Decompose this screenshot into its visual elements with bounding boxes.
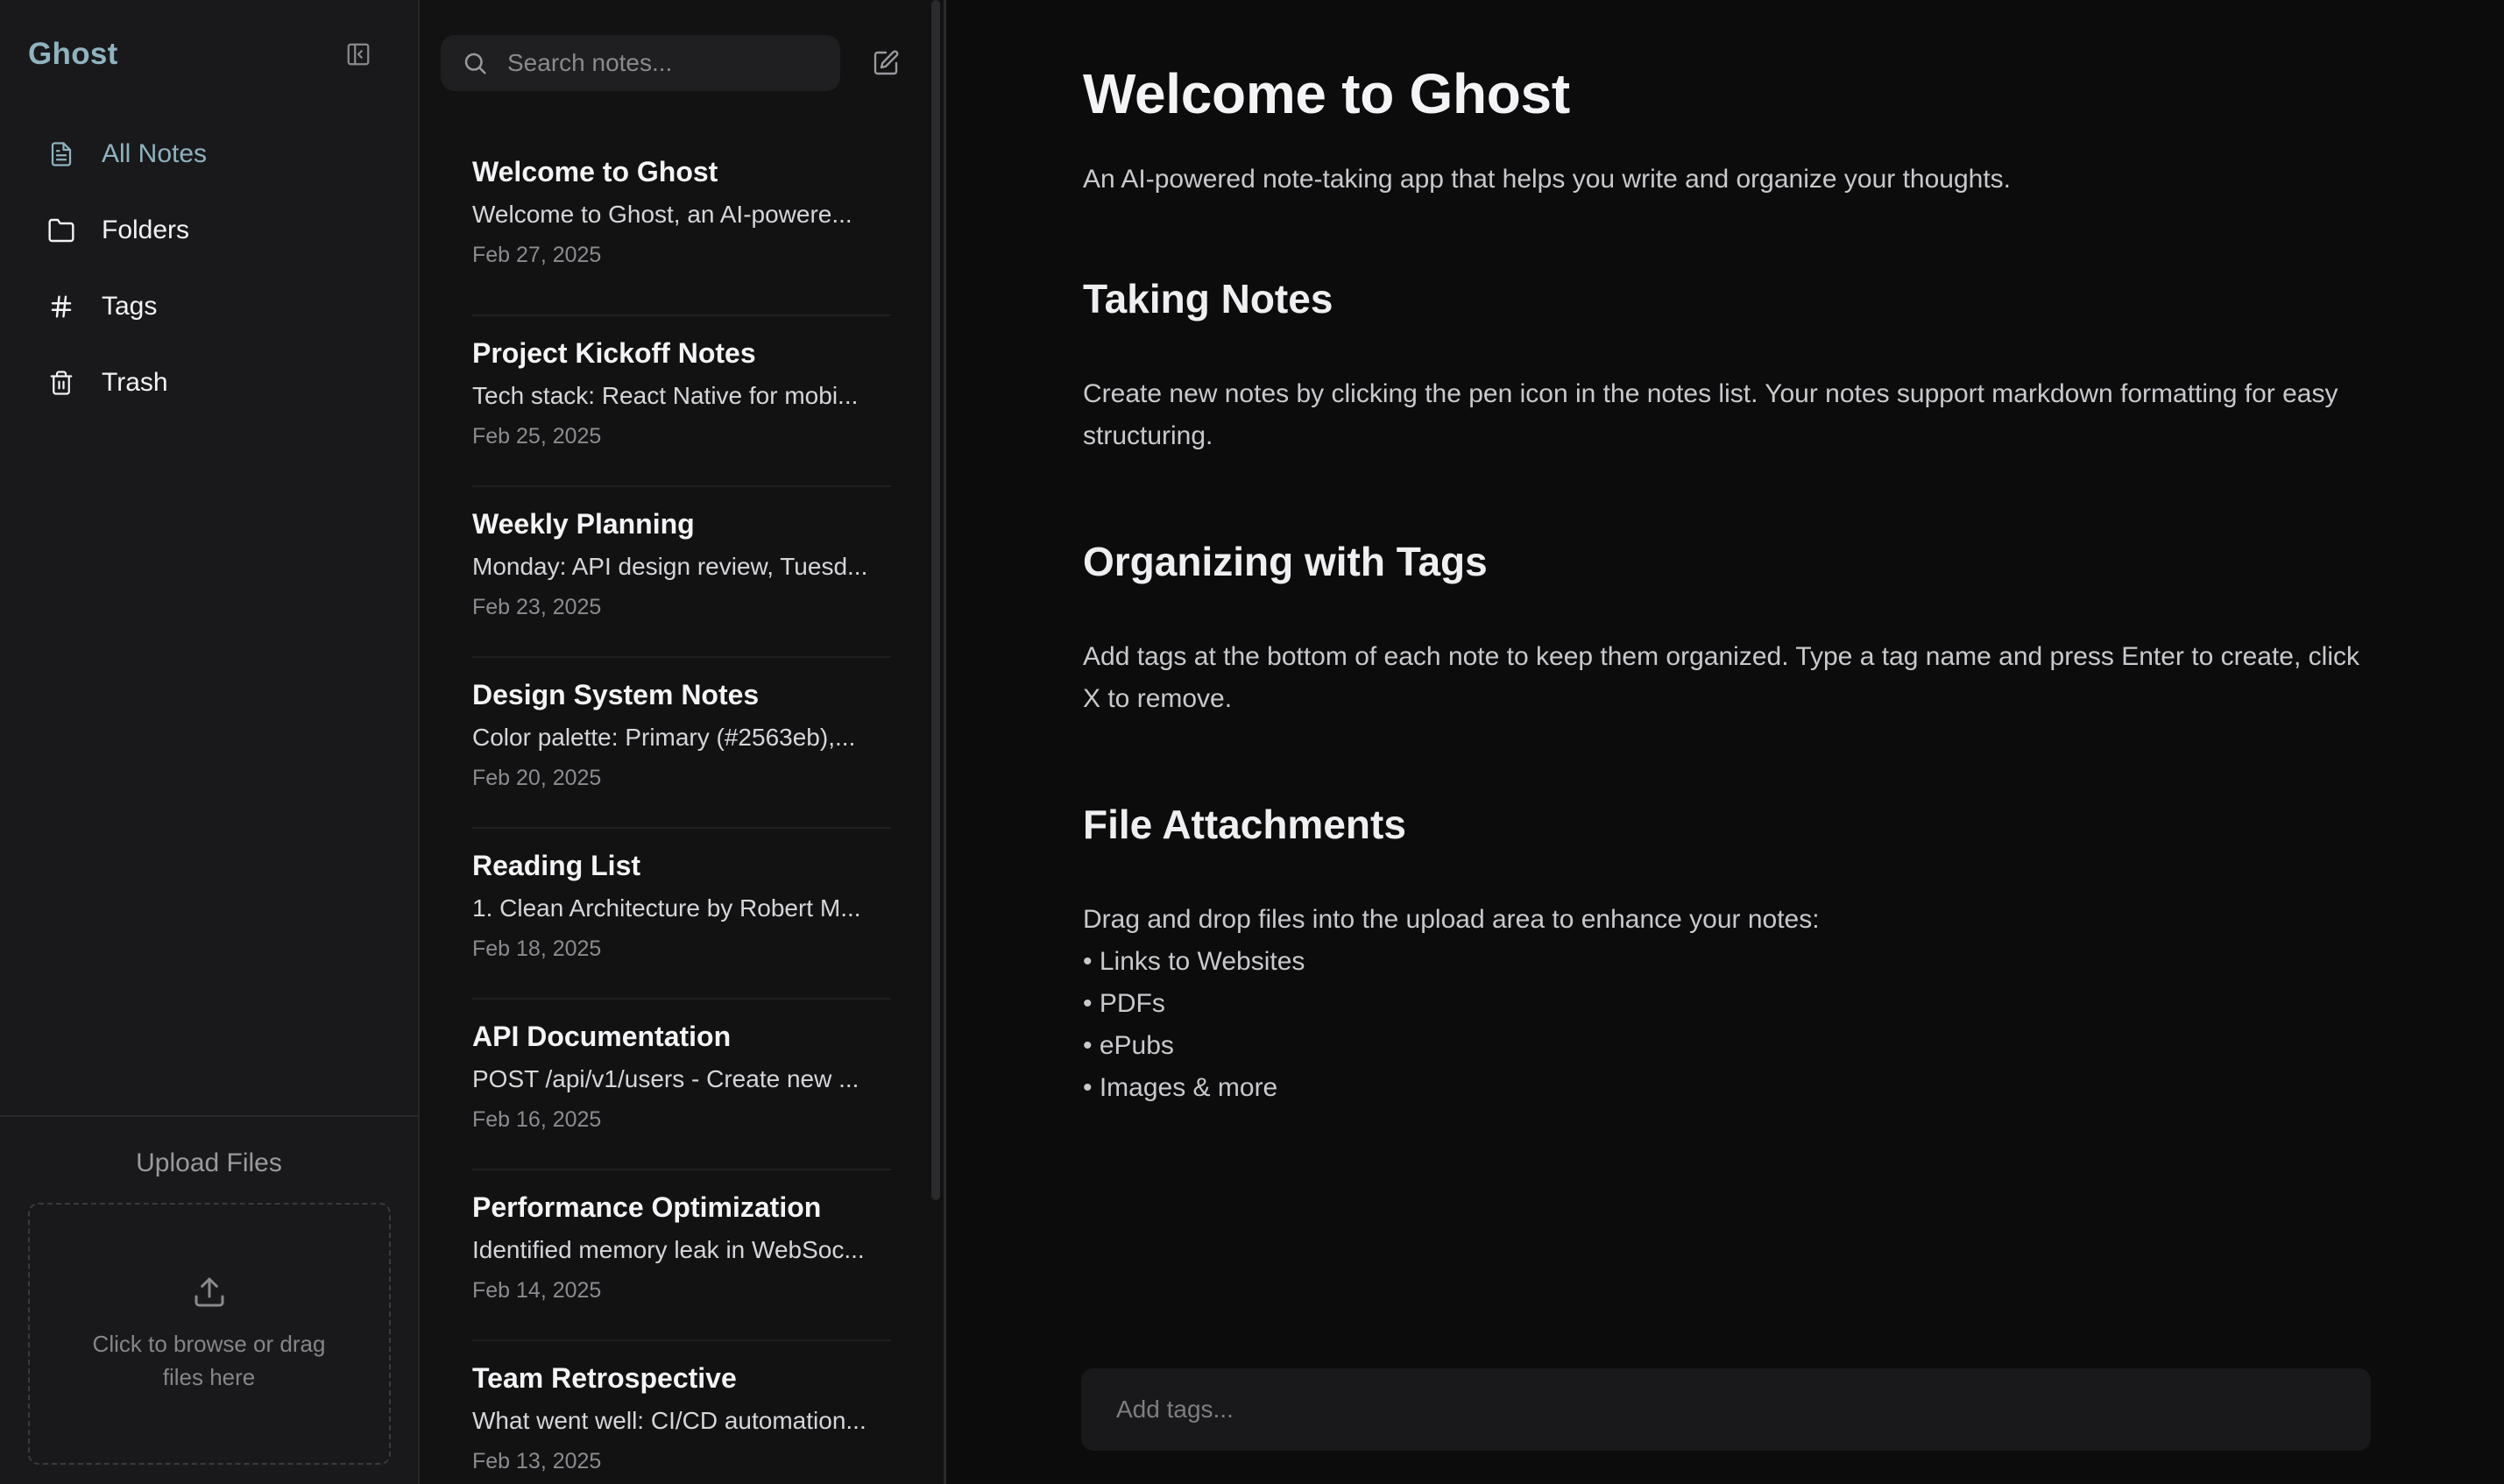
sidebar-item-folders[interactable]: Folders xyxy=(21,192,397,268)
note-date: Feb 25, 2025 xyxy=(472,424,602,449)
section-body[interactable]: Drag and drop files into the upload area… xyxy=(1083,899,2362,941)
note-list-item[interactable]: Team Retrospective What went well: CI/CD… xyxy=(472,1341,891,1484)
section-body[interactable]: Create new notes by clicking the pen ico… xyxy=(1083,373,2362,457)
dropzone-hint: Click to browse or drag files here xyxy=(92,1330,326,1390)
note-title: Project Kickoff Notes xyxy=(472,337,756,369)
section-body[interactable]: Add tags at the bottom of each note to k… xyxy=(1083,636,2362,720)
note-date: Feb 27, 2025 xyxy=(472,243,602,267)
note-list-item[interactable]: Project Kickoff Notes Tech stack: React … xyxy=(472,316,891,487)
section-heading[interactable]: Taking Notes xyxy=(1083,275,2504,322)
note-list-item[interactable]: Weekly Planning Monday: API design revie… xyxy=(472,487,891,658)
note-title: Performance Optimization xyxy=(472,1191,822,1223)
file-icon xyxy=(46,138,77,170)
notes-toolbar xyxy=(420,0,944,126)
note-preview: Monday: API design review, Tuesd... xyxy=(472,553,868,580)
sidebar-item-trash[interactable]: Trash xyxy=(21,344,397,420)
sidebar-header: Ghost xyxy=(0,0,418,109)
note-title: Weekly Planning xyxy=(472,508,695,540)
note-date: Feb 23, 2025 xyxy=(472,595,602,619)
app-window: Ghost All Notes Folders Tags Trash Uploa… xyxy=(0,0,2504,1484)
list-item[interactable]: • PDFs xyxy=(1083,983,2504,1025)
note-list: Welcome to Ghost Welcome to Ghost, an AI… xyxy=(420,126,944,1484)
note-preview: Identified memory leak in WebSoc... xyxy=(472,1236,865,1263)
list-item[interactable]: • Images & more xyxy=(1083,1067,2504,1109)
hash-icon xyxy=(46,291,77,322)
app-logo[interactable]: Ghost xyxy=(28,37,118,72)
note-title: API Documentation xyxy=(472,1021,732,1052)
upload-section: Upload Files Click to browse or drag fil… xyxy=(0,1115,418,1484)
note-preview: Welcome to Ghost, an AI-powere... xyxy=(472,201,852,228)
trash-icon xyxy=(46,367,77,399)
sidebar-item-label: Tags xyxy=(102,291,158,321)
note-title: Reading List xyxy=(472,850,641,881)
note-date: Feb 20, 2025 xyxy=(472,766,602,790)
pen-icon xyxy=(872,49,900,77)
note-preview: Color palette: Primary (#2563eb),... xyxy=(472,724,856,751)
note-section: File Attachments Drag and drop files int… xyxy=(1083,801,2504,1109)
note-list-item[interactable]: API Documentation POST /api/v1/users - C… xyxy=(472,1000,891,1170)
note-title: Welcome to Ghost xyxy=(472,156,718,187)
tag-input-bar[interactable] xyxy=(1081,1368,2371,1451)
note-list-item[interactable]: Welcome to Ghost Welcome to Ghost, an AI… xyxy=(472,145,891,316)
list-item[interactable]: • ePubs xyxy=(1083,1025,2504,1067)
sidebar-item-label: Folders xyxy=(102,215,190,244)
note-list-item[interactable]: Performance Optimization Identified memo… xyxy=(472,1170,891,1341)
sidebar-item-label: Trash xyxy=(102,367,168,397)
collapse-sidebar-button[interactable] xyxy=(341,37,376,72)
sidebar-toggle-icon xyxy=(345,41,371,67)
note-section: Taking Notes Create new notes by clickin… xyxy=(1083,275,2504,457)
note-date: Feb 18, 2025 xyxy=(472,936,602,961)
attachment-list: • Links to Websites • PDFs • ePubs • Ima… xyxy=(1083,941,2504,1109)
new-note-button[interactable] xyxy=(866,35,905,91)
note-intro[interactable]: An AI-powered note-taking app that helps… xyxy=(1083,165,2504,194)
note-section: Organizing with Tags Add tags at the bot… xyxy=(1083,538,2504,720)
sidebar-item-all-notes[interactable]: All Notes xyxy=(21,116,397,192)
search-icon xyxy=(462,50,488,76)
note-list-item[interactable]: Design System Notes Color palette: Prima… xyxy=(472,658,891,829)
note-preview: 1. Clean Architecture by Robert M... xyxy=(472,894,861,922)
folder-icon xyxy=(46,215,77,246)
note-preview: Tech stack: React Native for mobi... xyxy=(472,382,859,409)
note-preview: What went well: CI/CD automation... xyxy=(472,1407,866,1434)
note-date: Feb 16, 2025 xyxy=(472,1107,602,1132)
file-dropzone[interactable]: Click to browse or drag files here xyxy=(27,1203,391,1465)
search-input[interactable] xyxy=(507,49,823,77)
notes-list-pane: Welcome to Ghost Welcome to Ghost, an AI… xyxy=(420,0,946,1484)
note-title: Design System Notes xyxy=(472,679,760,710)
tag-input[interactable] xyxy=(1116,1396,2325,1424)
sidebar-item-tags[interactable]: Tags xyxy=(21,268,397,344)
note-preview: POST /api/v1/users - Create new ... xyxy=(472,1065,859,1092)
notes-scrollbar[interactable] xyxy=(931,0,940,1200)
sidebar: Ghost All Notes Folders Tags Trash Uploa… xyxy=(0,0,420,1484)
sidebar-nav: All Notes Folders Tags Trash xyxy=(0,109,418,420)
note-list-item[interactable]: Reading List 1. Clean Architecture by Ro… xyxy=(472,829,891,1000)
list-item[interactable]: • Links to Websites xyxy=(1083,941,2504,983)
upload-title: Upload Files xyxy=(136,1148,282,1177)
sidebar-item-label: All Notes xyxy=(102,138,208,168)
upload-icon xyxy=(192,1275,227,1310)
note-editor[interactable]: Welcome to Ghost An AI-powered note-taki… xyxy=(946,0,2504,1484)
section-heading[interactable]: Organizing with Tags xyxy=(1083,538,2504,585)
note-heading[interactable]: Welcome to Ghost xyxy=(1083,61,2504,126)
note-date: Feb 13, 2025 xyxy=(472,1449,602,1473)
note-title: Team Retrospective xyxy=(472,1362,737,1394)
section-heading[interactable]: File Attachments xyxy=(1083,801,2504,848)
search-box[interactable] xyxy=(441,35,840,91)
note-date: Feb 14, 2025 xyxy=(472,1278,602,1303)
